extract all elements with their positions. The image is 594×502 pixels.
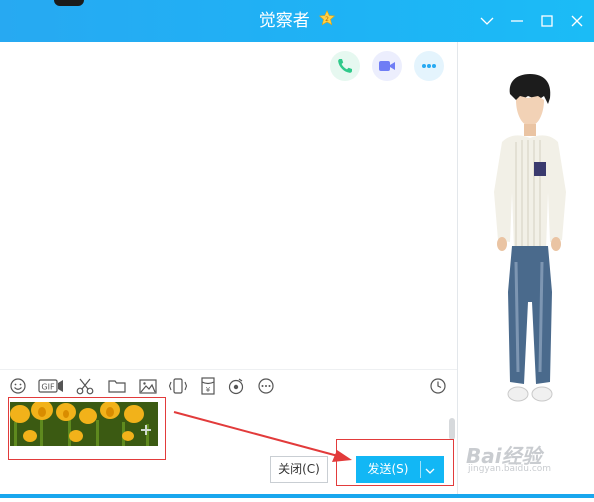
- folder-icon[interactable]: [107, 376, 127, 396]
- more-button[interactable]: [414, 51, 444, 81]
- image-icon[interactable]: [138, 376, 158, 396]
- close-button[interactable]: 关闭(C): [270, 456, 328, 483]
- contact-name: 觉察者: [258, 11, 310, 31]
- minimize-icon[interactable]: [508, 12, 526, 30]
- gif-icon[interactable]: GIF: [38, 376, 64, 396]
- avatar[interactable]: [54, 0, 84, 6]
- video-call-icon: [379, 61, 395, 71]
- show-avatar-panel: [458, 42, 594, 498]
- video-call-button[interactable]: [372, 51, 402, 81]
- annotation-arrow: [173, 411, 352, 462]
- voice-call-button[interactable]: [330, 51, 360, 81]
- window-title: 觉察者 2: [0, 9, 594, 33]
- more-icon: [422, 64, 436, 68]
- more-tools-icon[interactable]: [256, 376, 276, 396]
- maximize-icon[interactable]: [538, 12, 556, 30]
- svg-text:GIF: GIF: [41, 383, 55, 392]
- voice-call-icon: [338, 59, 352, 73]
- watermark-url: jingyan.baidu.com: [468, 464, 552, 474]
- vip-star-icon: 2: [319, 9, 336, 33]
- shake-icon[interactable]: [168, 376, 188, 396]
- annotation-box-image: [8, 397, 166, 460]
- music-icon[interactable]: [226, 376, 246, 396]
- title-bar: 觉察者 2: [0, 0, 594, 42]
- message-area[interactable]: [0, 42, 457, 372]
- history-clock-icon[interactable]: [428, 376, 448, 396]
- svg-text:2: 2: [325, 16, 329, 23]
- annotation-box-send: [336, 439, 454, 486]
- toolbar-divider: [0, 369, 457, 370]
- show-avatar-figure: [494, 74, 566, 402]
- close-icon[interactable]: [568, 12, 586, 30]
- emoji-icon[interactable]: [8, 376, 28, 396]
- window-bottom-edge: [0, 494, 594, 498]
- scissors-icon[interactable]: [75, 376, 95, 396]
- svg-text:¥: ¥: [206, 386, 211, 394]
- red-packet-icon[interactable]: ¥: [198, 376, 218, 396]
- chevron-down-icon[interactable]: [478, 12, 496, 30]
- scrollbar-thumb[interactable]: [449, 418, 455, 440]
